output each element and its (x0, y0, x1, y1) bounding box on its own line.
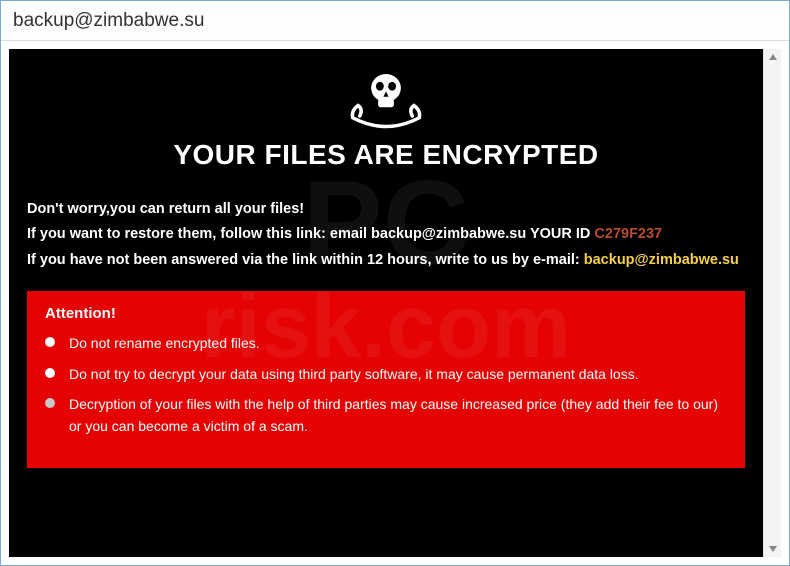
vertical-scrollbar[interactable] (763, 49, 781, 557)
message-line-1: Don't worry,you can return all your file… (27, 197, 745, 222)
list-item: Do not rename encrypted files. (45, 332, 727, 354)
scroll-down-button[interactable] (765, 541, 781, 557)
your-id-label: YOUR ID (526, 226, 594, 242)
victim-id: C279F237 (594, 226, 662, 242)
list-item: Decryption of your files with the help o… (45, 393, 727, 438)
attention-item-1: Do not rename encrypted files. (69, 332, 727, 354)
contact-email-2: backup@zimbabwe.su (584, 252, 739, 268)
bullet-icon (45, 398, 55, 408)
attention-title: Attention! (45, 305, 727, 322)
bullet-icon (45, 337, 55, 347)
email-label: email (330, 226, 371, 242)
msg2-prefix: If you want to restore them, follow this… (27, 226, 330, 242)
attention-item-2: Do not try to decrypt your data using th… (69, 363, 727, 385)
attention-panel: Attention! Do not rename encrypted files… (27, 291, 745, 468)
message-line-3: If you have not been answered via the li… (27, 248, 745, 273)
window-title: backup@zimbabwe.su (13, 10, 204, 32)
message-line-2: If you want to restore them, follow this… (27, 222, 745, 247)
attention-item-3: Decryption of your files with the help o… (69, 393, 727, 438)
list-item: Do not try to decrypt your data using th… (45, 363, 727, 385)
attention-list: Do not rename encrypted files. Do not tr… (45, 332, 727, 438)
skull-icon (27, 67, 745, 137)
bullet-icon (45, 368, 55, 378)
titlebar[interactable]: backup@zimbabwe.su (1, 1, 789, 41)
contact-email-1: backup@zimbabwe.su (371, 226, 526, 242)
scroll-up-button[interactable] (765, 49, 781, 65)
msg3-prefix: If you have not been answered via the li… (27, 252, 584, 268)
page-title: YOUR FILES ARE ENCRYPTED (27, 139, 745, 171)
ransom-note-panel: PC risk.com (9, 49, 763, 557)
application-window: backup@zimbabwe.su PC risk.com (0, 0, 790, 566)
message-block: Don't worry,you can return all your file… (27, 197, 745, 273)
client-area: PC risk.com (1, 41, 789, 565)
